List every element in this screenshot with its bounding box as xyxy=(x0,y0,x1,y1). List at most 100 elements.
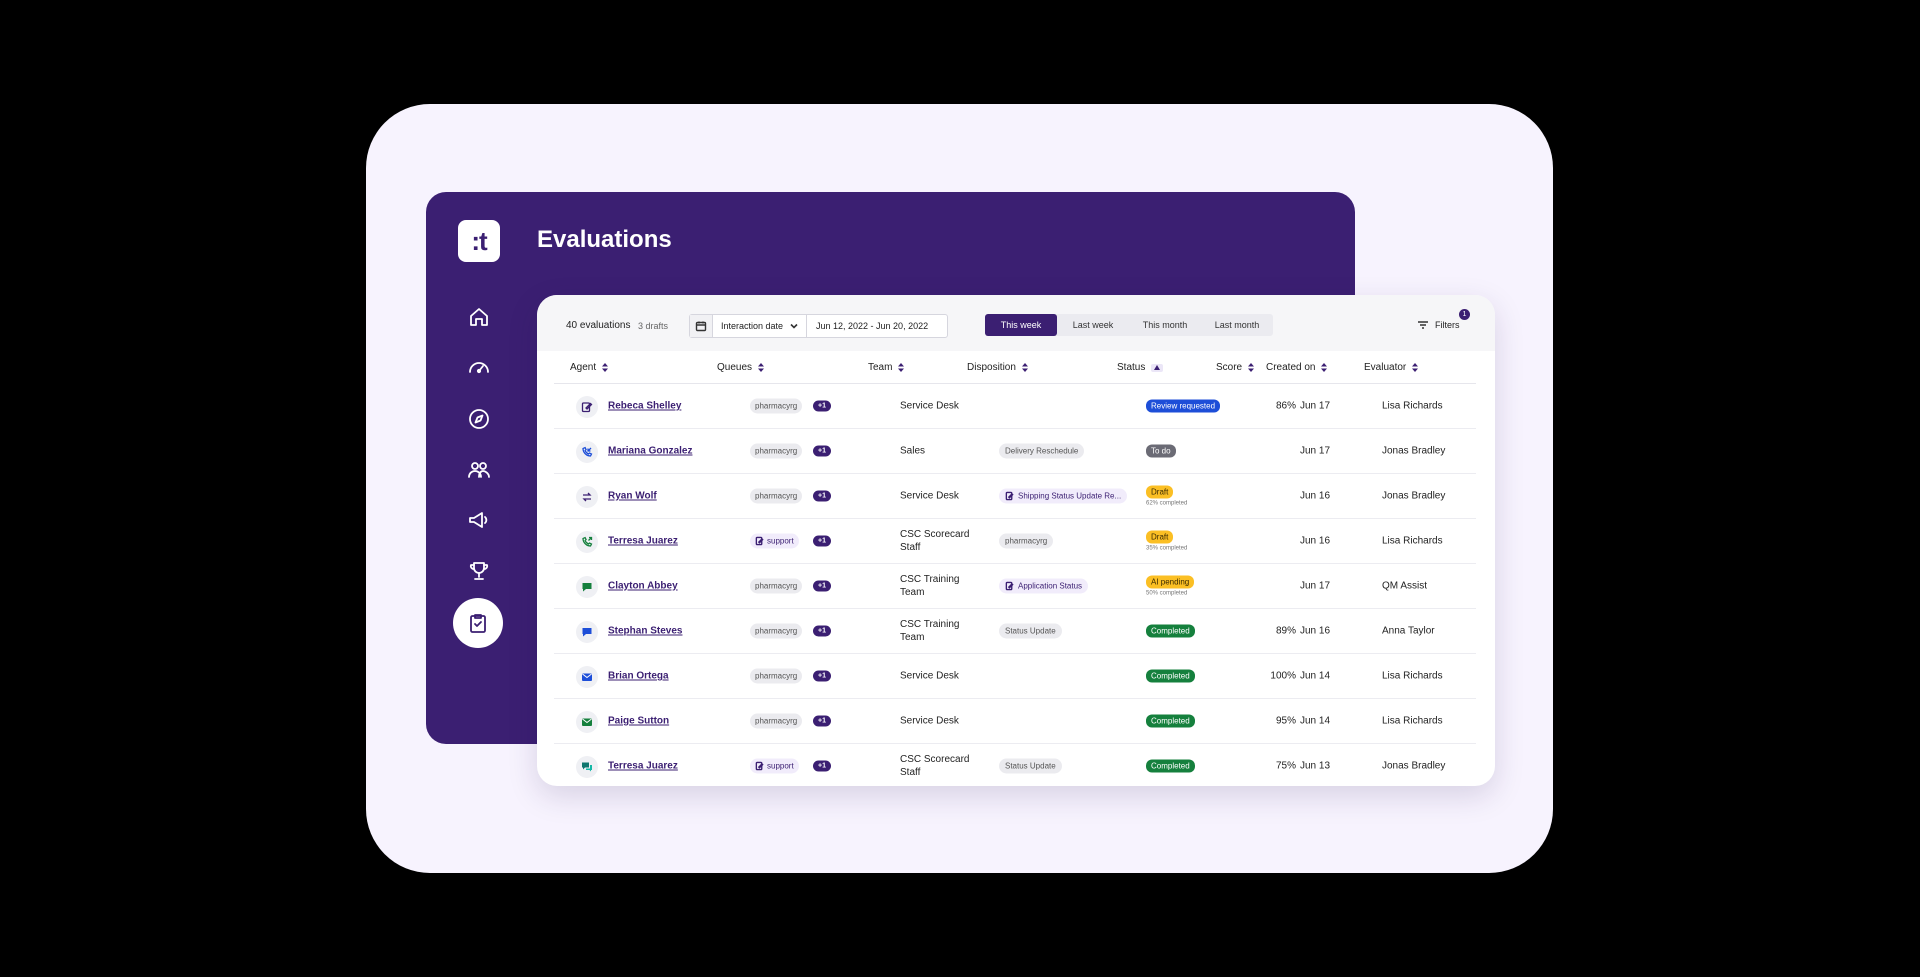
status-badge: Completed xyxy=(1146,759,1195,773)
table-row[interactable]: Stephan Steves pharmacyrg +1 CSC Training T… xyxy=(554,609,1476,654)
status-cell: AI pending 50% completed xyxy=(1146,575,1195,597)
column-label: Created on xyxy=(1266,362,1316,373)
agent-link[interactable]: Ryan Wolf xyxy=(608,491,657,502)
email-blue-channel-icon xyxy=(576,666,598,688)
agent-link[interactable]: Mariana Gonzalez xyxy=(608,446,692,457)
status-cell: To do xyxy=(1146,444,1176,458)
column-header-score[interactable]: Score xyxy=(1216,362,1255,373)
agent-link[interactable]: Paige Sutton xyxy=(608,716,669,727)
agent-link[interactable]: Clayton Abbey xyxy=(608,581,678,592)
score-cell: 100% xyxy=(1270,670,1296,682)
more-queues-badge[interactable]: +1 xyxy=(813,715,831,727)
sort-icon xyxy=(1321,363,1328,372)
sidebar-item-users[interactable] xyxy=(460,451,498,489)
tab-this-month[interactable]: This month xyxy=(1129,314,1201,336)
agent-link[interactable]: Brian Ortega xyxy=(608,671,669,682)
queue-label: pharmacyrg xyxy=(755,581,798,591)
calendar-button[interactable] xyxy=(690,315,713,337)
sidebar-item-dashboard[interactable] xyxy=(460,348,498,386)
filters-button[interactable]: Filters xyxy=(1417,319,1460,331)
more-queues-badge[interactable]: +1 xyxy=(813,625,831,637)
more-queues-badge[interactable]: +1 xyxy=(813,400,831,412)
score-cell: 89% xyxy=(1275,625,1296,637)
clipboard-check-icon xyxy=(470,614,486,633)
toolbar: 40 evaluations 3 drafts Interaction date… xyxy=(537,295,1495,351)
date-range-input[interactable]: Jun 12, 2022 - Jun 20, 2022 xyxy=(807,315,947,337)
status-badge: To do xyxy=(1146,444,1176,458)
more-queues-badge[interactable]: +1 xyxy=(813,760,831,772)
more-queues-badge[interactable]: +1 xyxy=(813,490,831,502)
app-logo[interactable]: :t xyxy=(458,220,500,262)
column-header-queues[interactable]: Queues xyxy=(717,362,765,373)
home-icon xyxy=(470,308,488,326)
email-green-channel-icon xyxy=(576,711,598,733)
evaluator-cell: Jonas Bradley xyxy=(1382,490,1446,502)
queue-chip: support xyxy=(750,758,799,774)
status-cell: Completed xyxy=(1146,669,1195,683)
tab-last-week[interactable]: Last week xyxy=(1057,314,1129,336)
filters-count-badge: 1 xyxy=(1459,309,1470,320)
disposition-chip: Shipping Status Update Re... xyxy=(999,488,1128,504)
status-progress: 35% completed xyxy=(1146,545,1188,552)
trophy-icon xyxy=(469,562,489,580)
column-header-evaluator[interactable]: Evaluator xyxy=(1364,362,1419,373)
sidebar-item-explore[interactable] xyxy=(460,400,498,438)
scorecard-icon xyxy=(1005,491,1014,501)
sidebar-item-achievements[interactable] xyxy=(460,552,498,590)
score-cell: 75% xyxy=(1275,760,1296,772)
table-header: Agent Queues Team Disposition Status Sco… xyxy=(554,351,1476,384)
sort-icon xyxy=(758,363,765,372)
evaluator-cell: Lisa Richards xyxy=(1382,715,1443,727)
more-queues-badge[interactable]: +1 xyxy=(813,670,831,682)
sort-ascending-icon xyxy=(1151,363,1164,372)
queue-label: pharmacyrg xyxy=(755,716,798,726)
date-field-select[interactable]: Interaction date xyxy=(713,315,807,337)
disposition-chip: Status Update xyxy=(999,623,1062,639)
compass-icon xyxy=(469,409,489,429)
date-filter: Interaction date Jun 12, 2022 - Jun 20, … xyxy=(689,314,948,338)
agent-link[interactable]: Rebeca Shelley xyxy=(608,401,681,412)
agent-link[interactable]: Terresa Juarez xyxy=(608,536,678,547)
evaluator-cell: QM Assist xyxy=(1382,580,1428,592)
sidebar-item-home[interactable] xyxy=(460,298,498,336)
call-out-channel-icon xyxy=(576,531,598,553)
column-header-created-on[interactable]: Created on xyxy=(1266,362,1328,373)
column-label: Agent xyxy=(570,362,597,373)
sort-icon xyxy=(602,363,609,372)
queue-label: pharmacyrg xyxy=(755,671,798,681)
tab-last-month[interactable]: Last month xyxy=(1201,314,1273,336)
status-cell: Draft 35% completed xyxy=(1146,530,1188,552)
table-row[interactable]: Terresa Juarez support +1 CSC Scorecard Sta… xyxy=(554,519,1476,564)
queue-chip: support xyxy=(750,533,799,549)
edit-channel-icon xyxy=(576,396,598,418)
column-header-status[interactable]: Status xyxy=(1117,362,1164,373)
column-header-agent[interactable]: Agent xyxy=(570,362,609,373)
score-cell: 86% xyxy=(1275,400,1296,412)
status-cell: Completed xyxy=(1146,624,1195,638)
more-queues-badge[interactable]: +1 xyxy=(813,580,831,592)
status-cell: Review requested xyxy=(1146,399,1221,413)
queue-label: support xyxy=(767,536,794,546)
agent-link[interactable]: Stephan Steves xyxy=(608,626,682,637)
column-header-disposition[interactable]: Disposition xyxy=(967,362,1028,373)
agent-link[interactable]: Terresa Juarez xyxy=(608,761,678,772)
column-header-team[interactable]: Team xyxy=(868,362,905,373)
table-row[interactable]: Terresa Juarez support +1 CSC Scorecard Sta… xyxy=(554,744,1476,786)
table-row[interactable]: Rebeca Shelley pharmacyrg +1 Service Desk Re… xyxy=(554,384,1476,429)
table-row[interactable]: Clayton Abbey pharmacyrg +1 CSC Training Te… xyxy=(554,564,1476,609)
chat-multi-channel-icon xyxy=(576,756,598,778)
more-queues-badge[interactable]: +1 xyxy=(813,445,831,457)
created-on-cell: Jun 16 xyxy=(1300,535,1331,547)
status-badge: AI pending xyxy=(1146,575,1195,589)
more-queues-badge[interactable]: +1 xyxy=(813,535,831,547)
created-on-cell: Jun 13 xyxy=(1300,760,1331,772)
date-field-label: Interaction date xyxy=(721,321,784,331)
table-row[interactable]: Mariana Gonzalez pharmacyrg +1 Sales Deliver… xyxy=(554,429,1476,474)
tab-this-week[interactable]: This week xyxy=(985,314,1057,336)
filters-label: Filters xyxy=(1435,320,1460,330)
table-row[interactable]: Paige Sutton pharmacyrg +1 Service Desk Comp… xyxy=(554,699,1476,744)
table-row[interactable]: Ryan Wolf pharmacyrg +1 Service Desk Shippin… xyxy=(554,474,1476,519)
table-row[interactable]: Brian Ortega pharmacyrg +1 Service Desk Comp… xyxy=(554,654,1476,699)
sidebar-item-announcements[interactable] xyxy=(460,501,498,539)
sidebar-item-evaluations[interactable] xyxy=(453,598,503,648)
